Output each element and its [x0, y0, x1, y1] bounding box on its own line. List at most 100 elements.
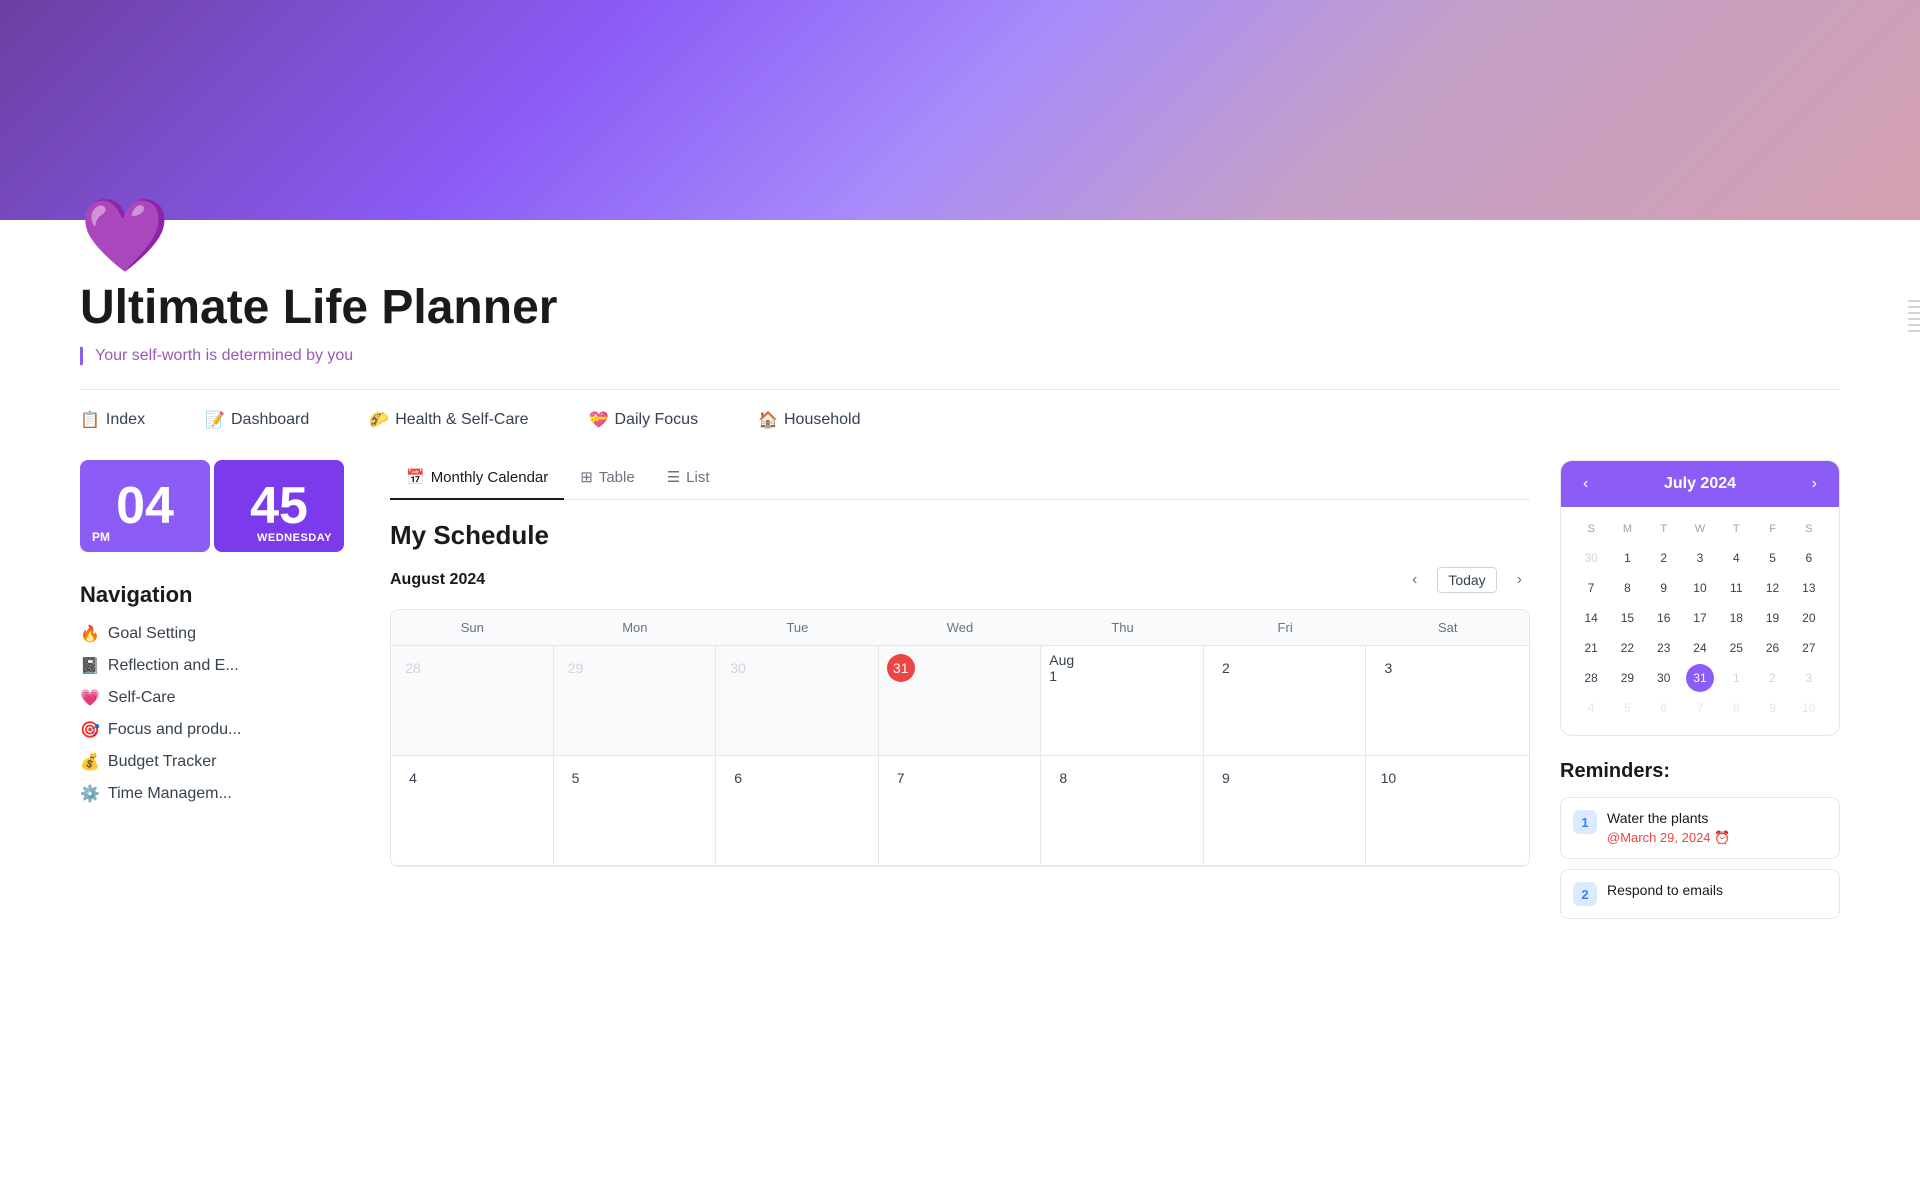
mini-date-9[interactable]: 9 — [1650, 574, 1678, 602]
nav-list-item-time[interactable]: ⚙️ Time Managem... — [80, 784, 360, 804]
mini-date-10[interactable]: 10 — [1686, 574, 1714, 602]
mini-date-1[interactable]: 1 — [1613, 544, 1641, 572]
cell-date-31: 31 — [887, 654, 915, 682]
mini-date-15[interactable]: 15 — [1613, 604, 1641, 632]
mini-date-20[interactable]: 20 — [1795, 604, 1823, 632]
mini-cal-next-button[interactable]: › — [1806, 473, 1823, 495]
mini-date-25[interactable]: 25 — [1722, 634, 1750, 662]
mini-date-2-next[interactable]: 2 — [1759, 664, 1787, 692]
mini-date-26[interactable]: 26 — [1759, 634, 1787, 662]
mini-cal-prev-button[interactable]: ‹ — [1577, 473, 1594, 495]
mini-date-31[interactable]: 31 — [1686, 664, 1714, 692]
nav-bar: 📋 Index 📝 Dashboard 🌮 Health & Self-Care… — [80, 410, 1840, 430]
household-icon: 🏠 — [758, 410, 778, 430]
cell-date-9: 9 — [1212, 764, 1240, 792]
mini-date-7[interactable]: 7 — [1577, 574, 1605, 602]
calendar-cell-28[interactable]: 28 — [391, 646, 554, 756]
reminders-title: Reminders: — [1560, 760, 1840, 783]
mini-date-7-next[interactable]: 7 — [1686, 694, 1714, 722]
cell-date-6: 6 — [724, 764, 752, 792]
mini-calendar: ‹ July 2024 › S M T W T F S — [1560, 460, 1840, 736]
nav-item-dashboard[interactable]: 📝 Dashboard — [205, 410, 309, 430]
tab-table[interactable]: ⊞ Table — [564, 460, 650, 500]
nav-list-item-budget[interactable]: 💰 Budget Tracker — [80, 752, 360, 772]
mini-date-29[interactable]: 29 — [1613, 664, 1641, 692]
nav-item-health[interactable]: 🌮 Health & Self-Care — [369, 410, 528, 430]
mini-date-23[interactable]: 23 — [1650, 634, 1678, 662]
calendar-cell-6[interactable]: 6 — [716, 756, 879, 866]
nav-item-index[interactable]: 📋 Index — [80, 410, 145, 430]
calendar-cell-10[interactable]: 10 — [1366, 756, 1529, 866]
mini-date-21[interactable]: 21 — [1577, 634, 1605, 662]
mini-date-16[interactable]: 16 — [1650, 604, 1678, 632]
mini-date-8-next[interactable]: 8 — [1722, 694, 1750, 722]
clock-hours: 04 — [116, 477, 174, 535]
nav-list-item-selfcare[interactable]: 💗 Self-Care — [80, 688, 360, 708]
index-icon: 📋 — [80, 410, 100, 430]
mini-date-2[interactable]: 2 — [1650, 544, 1678, 572]
today-button[interactable]: Today — [1437, 567, 1496, 593]
mini-date-28[interactable]: 28 — [1577, 664, 1605, 692]
mini-date-5-next[interactable]: 5 — [1613, 694, 1641, 722]
mini-date-5[interactable]: 5 — [1759, 544, 1787, 572]
mini-date-3-next[interactable]: 3 — [1795, 664, 1823, 692]
calendar-cell-5[interactable]: 5 — [554, 756, 717, 866]
scrollbar[interactable] — [1908, 300, 1912, 332]
mini-date-27[interactable]: 27 — [1795, 634, 1823, 662]
mini-date-6[interactable]: 6 — [1795, 544, 1823, 572]
mini-date-6-next[interactable]: 6 — [1650, 694, 1678, 722]
cell-date-5: 5 — [562, 764, 590, 792]
mini-date-12[interactable]: 12 — [1759, 574, 1787, 602]
scrollbar-line-3 — [1908, 312, 1920, 314]
calendar-cell-aug1[interactable]: Aug 1 — [1041, 646, 1204, 756]
mini-date-10-next[interactable]: 10 — [1795, 694, 1823, 722]
nav-list-item-reflection[interactable]: 📓 Reflection and E... — [80, 656, 360, 676]
mini-date-19[interactable]: 19 — [1759, 604, 1787, 632]
health-icon: 🌮 — [369, 410, 389, 430]
calendar-cell-30[interactable]: 30 — [716, 646, 879, 756]
calendar-cell-31[interactable]: 31 — [879, 646, 1042, 756]
mini-date-8[interactable]: 8 — [1613, 574, 1641, 602]
scrollbar-line-5 — [1908, 324, 1920, 326]
calendar-month: August 2024 — [390, 571, 485, 589]
mini-date-24[interactable]: 24 — [1686, 634, 1714, 662]
dashboard-icon: 📝 — [205, 410, 225, 430]
mini-date-11[interactable]: 11 — [1722, 574, 1750, 602]
mini-cal-header: ‹ July 2024 › — [1561, 461, 1839, 507]
mini-date-18[interactable]: 18 — [1722, 604, 1750, 632]
nav-item-daily-focus[interactable]: 💝 Daily Focus — [589, 410, 699, 430]
tab-list[interactable]: ☰ List — [651, 460, 726, 500]
calendar-next-button[interactable]: › — [1509, 567, 1530, 593]
calendar-cell-29[interactable]: 29 — [554, 646, 717, 756]
day-header-wed: Wed — [879, 610, 1042, 646]
mini-date-4-next[interactable]: 4 — [1577, 694, 1605, 722]
mini-date-30-prev[interactable]: 30 — [1577, 544, 1605, 572]
mini-date-17[interactable]: 17 — [1686, 604, 1714, 632]
reminder-item-1: 1 Water the plants @March 29, 2024 ⏰ — [1560, 797, 1840, 859]
mini-date-13[interactable]: 13 — [1795, 574, 1823, 602]
nav-list-item-goal[interactable]: 🔥 Goal Setting — [80, 624, 360, 644]
calendar-cell-4[interactable]: 4 — [391, 756, 554, 866]
focus-icon: 🎯 — [80, 720, 100, 740]
mini-date-14[interactable]: 14 — [1577, 604, 1605, 632]
tab-monthly-calendar[interactable]: 📅 Monthly Calendar — [390, 460, 564, 500]
calendar-cell-2[interactable]: 2 — [1204, 646, 1367, 756]
calendar-cell-3[interactable]: 3 — [1366, 646, 1529, 756]
calendar-header: August 2024 ‹ Today › — [390, 567, 1530, 593]
mini-date-3[interactable]: 3 — [1686, 544, 1714, 572]
day-header-sun: Sun — [391, 610, 554, 646]
calendar-cell-8[interactable]: 8 — [1041, 756, 1204, 866]
mini-date-30[interactable]: 30 — [1650, 664, 1678, 692]
calendar-prev-button[interactable]: ‹ — [1404, 567, 1425, 593]
mini-cal-week-4: 21 22 23 24 25 26 27 — [1573, 633, 1827, 663]
reminder-date-1: @March 29, 2024 ⏰ — [1607, 830, 1827, 846]
mini-cal-days-header: S M T W T F S — [1573, 519, 1827, 539]
calendar-cell-7[interactable]: 7 — [879, 756, 1042, 866]
nav-item-household[interactable]: 🏠 Household — [758, 410, 860, 430]
mini-date-9-next[interactable]: 9 — [1759, 694, 1787, 722]
mini-date-1-next[interactable]: 1 — [1722, 664, 1750, 692]
mini-date-4[interactable]: 4 — [1722, 544, 1750, 572]
calendar-cell-9[interactable]: 9 — [1204, 756, 1367, 866]
nav-list-item-focus[interactable]: 🎯 Focus and produ... — [80, 720, 360, 740]
mini-date-22[interactable]: 22 — [1613, 634, 1641, 662]
